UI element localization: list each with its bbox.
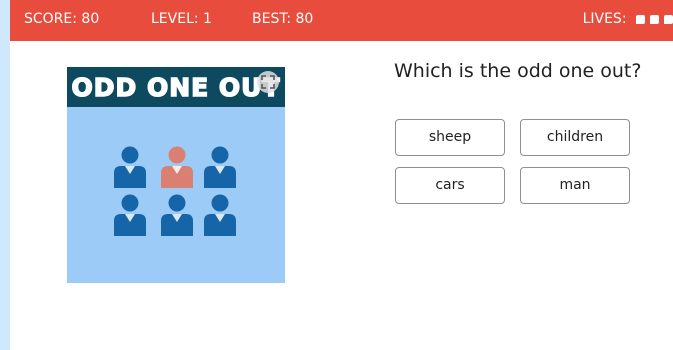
lives-icons bbox=[631, 11, 673, 27]
best-label: BEST: 80 bbox=[252, 11, 314, 27]
puzzle-image: ODD ONE OUT bbox=[67, 67, 285, 283]
choice-children-button[interactable]: children bbox=[520, 119, 630, 156]
choice-cars-button[interactable]: cars bbox=[395, 167, 505, 204]
question-text: Which is the odd one out? bbox=[394, 60, 642, 82]
person-icon bbox=[114, 146, 146, 188]
choice-sheep-button[interactable]: sheep bbox=[395, 119, 505, 156]
life-heart-icon bbox=[664, 15, 673, 24]
level-label: LEVEL: 1 bbox=[151, 11, 212, 27]
person-icon bbox=[161, 146, 193, 188]
life-heart-icon bbox=[650, 15, 659, 24]
person-icon bbox=[161, 194, 193, 236]
lives: LIVES: bbox=[583, 11, 673, 27]
person-icon bbox=[204, 146, 236, 188]
lives-label: LIVES: bbox=[582, 11, 627, 27]
person-icon bbox=[204, 194, 236, 236]
score-bar: SCORE: 80 LEVEL: 1 BEST: 80 LIVES: bbox=[10, 0, 673, 41]
figure-grid bbox=[114, 146, 236, 236]
choice-man-button[interactable]: man bbox=[520, 167, 630, 204]
score-label: SCORE: 80 bbox=[24, 11, 100, 27]
life-heart-icon bbox=[636, 15, 645, 24]
person-icon bbox=[114, 194, 146, 236]
